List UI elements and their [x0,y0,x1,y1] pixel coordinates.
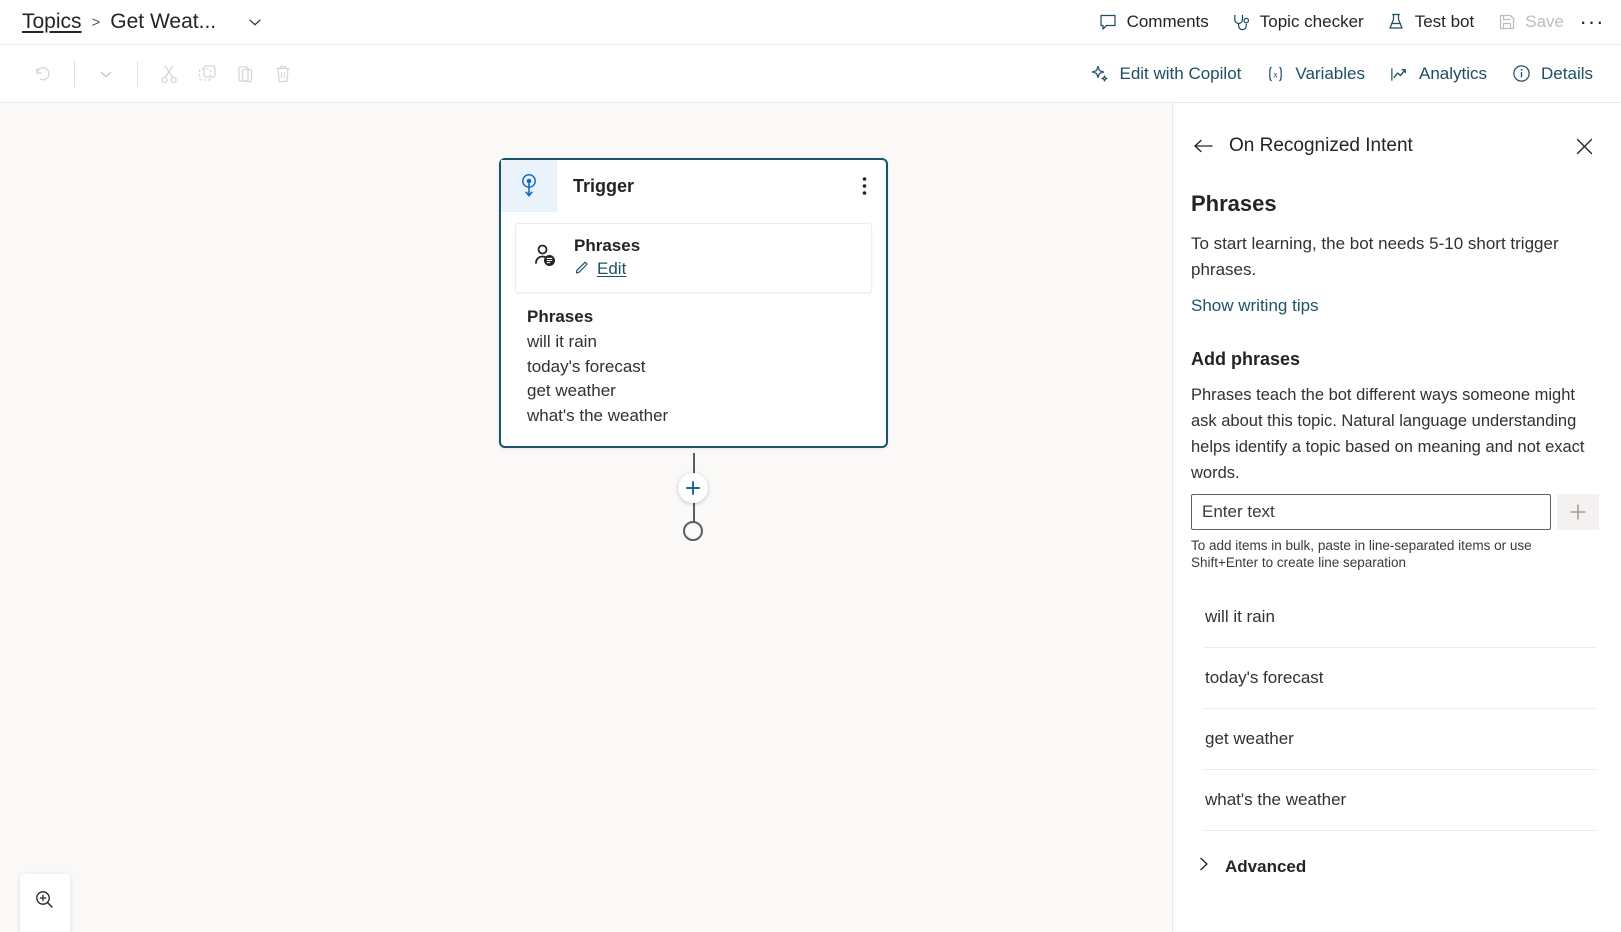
chevron-down-icon[interactable] [244,11,266,33]
details-label: Details [1541,63,1593,83]
trigger-node-header: Trigger [501,160,886,213]
sparkle-icon [1089,63,1110,84]
comments-button[interactable]: Comments [1087,6,1220,39]
chevron-down-icon[interactable] [87,57,125,91]
analytics-icon [1389,63,1410,84]
phrase-list: will it rain today's forecast get weathe… [1191,587,1599,831]
phrase-list-item[interactable]: will it rain [1203,587,1596,648]
editor-toolbar: Edit with Copilot x Variables Analytics … [0,45,1621,103]
back-arrow-icon[interactable] [1191,133,1217,159]
undo-icon[interactable] [24,57,62,91]
trigger-node-card[interactable]: Trigger Phrases Edit Phrases will it rai… [499,158,888,448]
variables-button[interactable]: x Variables [1253,57,1377,90]
info-icon [1511,63,1532,84]
more-options-button[interactable]: ··· [1575,6,1609,38]
trigger-node-title: Trigger [573,175,635,196]
trigger-phrase-item: will it rain [527,332,597,351]
add-phrase-button[interactable] [1557,494,1599,530]
edit-phrases-label: Edit [597,259,627,278]
test-bot-label: Test bot [1414,12,1475,31]
close-icon[interactable] [1571,133,1597,159]
save-label: Save [1525,12,1564,31]
bulk-add-hint: To add items in bulk, paste in line-sepa… [1191,538,1532,570]
app-header: Topics > Get Weat... Comments Topic chec… [0,0,1621,45]
add-phrase-input[interactable] [1191,494,1551,530]
toolbar-divider [74,60,75,87]
variables-label: Variables [1295,63,1365,83]
header-actions: Comments Topic checker Test bot Save ··· [1087,6,1621,39]
app-root: Topics > Get Weat... Comments Topic chec… [0,0,1621,932]
breadcrumb-root-link[interactable]: Topics [22,10,82,34]
variables-icon: x [1265,63,1286,84]
show-writing-tips-link[interactable]: Show writing tips [1191,296,1319,316]
delete-icon[interactable] [264,57,302,91]
authoring-canvas[interactable]: Trigger Phrases Edit Phrases will it rai… [0,103,1172,932]
paste-icon[interactable] [226,57,264,91]
edit-with-copilot-label: Edit with Copilot [1119,63,1242,83]
chevron-right-icon [1197,855,1211,878]
comments-label: Comments [1126,12,1209,31]
add-phrase-row [1191,494,1599,530]
copy-icon[interactable] [188,57,226,91]
breadcrumb-current: Get Weat... [110,10,217,33]
edit-with-copilot-button[interactable]: Edit with Copilot [1077,57,1253,90]
svg-text:x: x [1274,70,1278,79]
panel-title: On Recognized Intent [1229,135,1413,156]
test-bot-button[interactable]: Test bot [1375,6,1486,39]
more-vertical-icon[interactable] [842,160,886,212]
breadcrumb-separator: > [91,13,101,31]
panel-heading: Phrases [1191,191,1277,216]
phrases-subcard-title: Phrases [574,236,641,255]
add-phrases-heading: Add phrases [1191,349,1301,369]
phrase-list-item[interactable]: today's forecast [1203,648,1596,709]
trigger-phrase-list: Phrases will it rain today's forecast ge… [515,293,872,428]
advanced-section-toggle[interactable]: Advanced [1191,855,1599,878]
add-phrases-paragraph: Phrases teach the bot different ways som… [1191,386,1585,482]
cut-icon[interactable] [150,57,188,91]
trigger-phrase-item: what's the weather [527,405,669,425]
person-speech-icon [530,241,560,276]
toolbar-right-group: Edit with Copilot x Variables Analytics … [1077,57,1621,90]
trigger-phrase-item: today's forecast [527,356,646,376]
phrases-subcard[interactable]: Phrases Edit [515,223,872,293]
trigger-icon [501,160,557,212]
trigger-node-body: Phrases Edit Phrases will it rain today'… [501,213,886,446]
panel-header: On Recognized Intent [1173,103,1621,159]
save-icon [1496,12,1517,33]
zoom-in-icon [36,891,53,908]
phrases-subcard-text: Phrases Edit [574,236,640,280]
stethoscope-icon [1231,12,1252,33]
save-button[interactable]: Save [1485,6,1575,39]
add-node-button[interactable] [678,473,708,503]
zoom-in-button[interactable] [20,874,70,932]
toolbar-left-group [0,57,302,91]
analytics-button[interactable]: Analytics [1377,57,1499,90]
comment-icon [1098,12,1119,33]
pencil-icon [574,258,591,280]
edit-phrases-link[interactable]: Edit [574,258,640,280]
phrase-list-item[interactable]: what's the weather [1203,770,1596,831]
trigger-phrase-list-title: Phrases [527,307,594,326]
topic-checker-label: Topic checker [1259,12,1364,31]
panel-body: Phrases To start learning, the bot needs… [1173,191,1621,878]
analytics-label: Analytics [1419,63,1488,83]
advanced-label: Advanced [1225,856,1307,876]
panel-description: To start learning, the bot needs 5-10 sh… [1191,234,1559,279]
phrase-list-item[interactable]: get weather [1203,709,1596,770]
toolbar-divider [137,60,138,87]
flask-icon [1386,12,1407,33]
trigger-phrase-item: get weather [527,381,616,400]
properties-panel: On Recognized Intent Phrases To start le… [1172,103,1621,932]
details-button[interactable]: Details [1499,57,1605,90]
breadcrumb: Topics > Get Weat... [0,10,266,34]
topic-checker-button[interactable]: Topic checker [1220,6,1375,39]
end-node-icon [683,521,703,541]
